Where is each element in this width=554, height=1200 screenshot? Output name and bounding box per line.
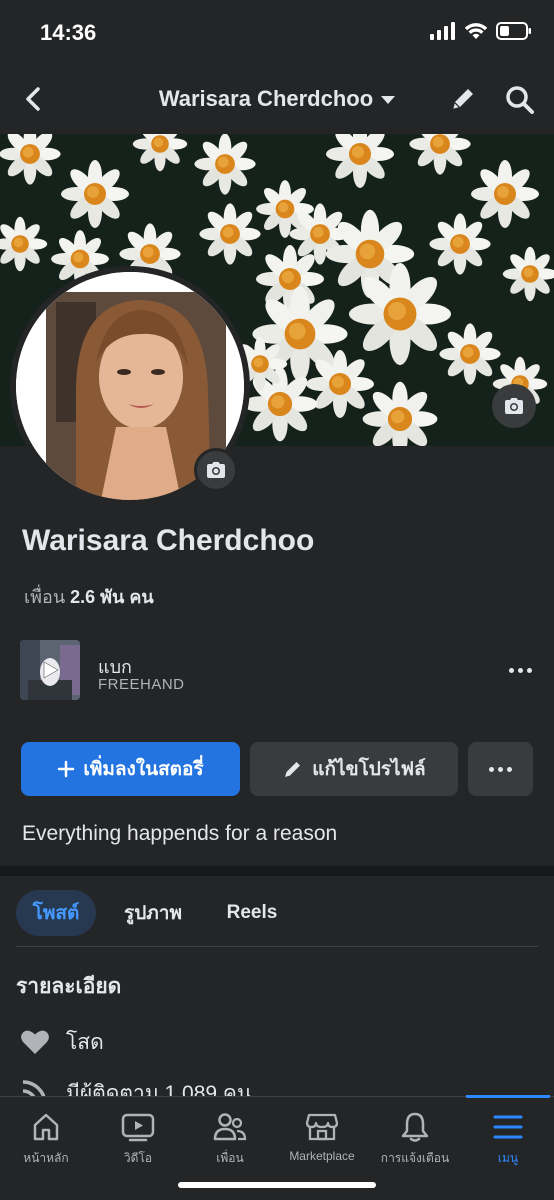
more-options-button[interactable] xyxy=(468,742,533,796)
nav-video[interactable]: วิดีโอ xyxy=(92,1097,184,1177)
more-dots-icon xyxy=(489,766,494,772)
relationship-status: โสด xyxy=(66,1030,104,1054)
friends-label: เพื่อน xyxy=(24,587,66,607)
signal-icon xyxy=(430,22,455,40)
nav-marketplace-label: Marketplace xyxy=(289,1149,355,1163)
camera-icon xyxy=(505,398,523,414)
friends-count[interactable]: เพื่อน 2.6 พัน คน xyxy=(24,582,154,611)
edit-profile-button[interactable]: แก้ไขโปรไฟล์ xyxy=(250,742,458,796)
nav-marketplace[interactable]: Marketplace xyxy=(276,1097,368,1177)
profile-music[interactable]: แบก FREEHAND xyxy=(20,640,540,702)
edit-button[interactable] xyxy=(448,84,478,114)
more-dots-icon xyxy=(508,667,514,673)
nav-notifications[interactable]: การแจ้งเตือน xyxy=(368,1097,462,1177)
nav-video-label: วิดีโอ xyxy=(123,1151,153,1165)
nav-friends-label: เพื่อน xyxy=(216,1151,244,1165)
pencil-icon xyxy=(285,762,301,777)
video-icon xyxy=(121,1113,155,1142)
home-icon xyxy=(33,1113,59,1141)
tab-posts[interactable]: โพสต์ xyxy=(16,890,96,936)
nav-home[interactable]: หน้าหลัก xyxy=(0,1097,92,1177)
bell-icon xyxy=(401,1112,429,1142)
nav-title: Warisara Cherdchoo xyxy=(158,86,374,111)
section-divider xyxy=(0,866,554,876)
heart-icon xyxy=(21,1030,49,1054)
nav-friends[interactable]: เพื่อน xyxy=(184,1097,276,1177)
profile-bio: Everything happends for a reason xyxy=(22,822,338,845)
tabs-divider xyxy=(16,946,538,947)
wifi-icon xyxy=(464,23,488,39)
status-time: 14:36 xyxy=(40,20,97,45)
camera-icon xyxy=(207,462,225,478)
nav-notifications-label: การแจ้งเตือน xyxy=(380,1151,450,1165)
change-cover-photo-button[interactable] xyxy=(492,384,536,428)
search-button[interactable] xyxy=(504,84,536,116)
pencil-icon xyxy=(453,89,473,109)
nav-menu-label: เมนู xyxy=(497,1151,519,1165)
friends-number: 2.6 พัน คน xyxy=(70,587,154,607)
details-title: รายละเอียด xyxy=(16,975,122,998)
home-indicator xyxy=(178,1182,376,1188)
add-to-story-button[interactable]: เพิ่มลงในสตอรี่ xyxy=(21,742,240,796)
status-icons xyxy=(430,22,532,40)
plus-icon xyxy=(58,760,75,778)
music-artist: FREEHAND xyxy=(98,676,185,693)
add-to-story-label: เพิ่มลงในสตอรี่ xyxy=(83,759,204,780)
profile-actions: เพิ่มลงในสตอรี่ แก้ไขโปรไฟล์ xyxy=(21,742,533,796)
tab-photos[interactable]: รูปภาพ xyxy=(108,890,198,936)
music-album-art xyxy=(20,640,80,700)
relationship-row: โสด xyxy=(20,1025,104,1059)
nav-bar: Warisara Cherdchoo xyxy=(0,64,554,134)
status-bar: 14:36 xyxy=(0,0,554,64)
battery-icon xyxy=(496,22,531,40)
tab-reels[interactable]: Reels xyxy=(212,890,292,936)
change-profile-picture-button[interactable] xyxy=(194,448,238,492)
profile-name: Warisara Cherdchoo xyxy=(22,524,315,557)
friends-icon xyxy=(213,1113,247,1141)
search-icon xyxy=(506,86,534,114)
nav-home-label: หน้าหลัก xyxy=(23,1151,69,1165)
marketplace-icon xyxy=(305,1113,339,1141)
music-more-button[interactable] xyxy=(500,658,540,682)
caret-down-icon xyxy=(381,96,396,105)
menu-icon xyxy=(493,1115,523,1139)
edit-profile-label: แก้ไขโปรไฟล์ xyxy=(312,759,426,780)
nav-menu[interactable]: เมนู xyxy=(462,1097,554,1177)
